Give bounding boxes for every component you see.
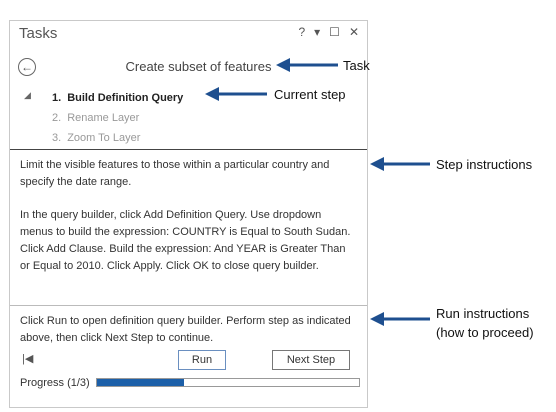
progress-label: Progress (1/3) xyxy=(20,377,90,389)
divider xyxy=(10,149,367,150)
callout-run-instructions: Run instructions (how to proceed) xyxy=(436,304,534,342)
callout-current-step: Current step xyxy=(274,87,346,102)
step-number: 3. xyxy=(52,132,62,144)
callout-run-line1: Run instructions xyxy=(436,306,530,321)
step-number: 2. xyxy=(52,112,62,124)
chevron-down-icon[interactable]: ▾ xyxy=(314,25,320,39)
run-instructions-arrow xyxy=(370,312,430,326)
instruction-paragraph: Limit the visible features to those with… xyxy=(20,159,330,188)
run-button[interactable]: Run xyxy=(178,350,226,370)
step-instructions-arrow xyxy=(370,157,430,171)
back-arrow-icon[interactable]: ← xyxy=(18,58,36,76)
help-icon[interactable]: ? xyxy=(298,25,305,39)
tasks-pane: Tasks ? ▾ ☐ ✕ ← Create subset of feature… xyxy=(9,20,368,408)
step-item[interactable]: 2. Rename Layer xyxy=(52,108,183,128)
step-label: Rename Layer xyxy=(67,112,140,124)
first-step-icon[interactable]: |◀ xyxy=(22,352,33,365)
step-item-current[interactable]: 1. Build Definition Query xyxy=(52,88,183,108)
run-instructions: Click Run to open definition query build… xyxy=(20,315,351,344)
step-item[interactable]: 3. Zoom To Layer xyxy=(52,128,183,148)
step-label: Build Definition Query xyxy=(67,92,184,104)
window-controls: ? ▾ ☐ ✕ xyxy=(298,25,359,39)
instruction-paragraph: In the query builder, click Add Definiti… xyxy=(20,209,351,272)
step-number: 1. xyxy=(52,92,62,104)
callout-task: Task xyxy=(343,58,370,73)
current-step-arrow xyxy=(205,87,267,101)
close-icon[interactable]: ✕ xyxy=(349,25,359,39)
progress-fill xyxy=(97,379,185,386)
maximize-icon[interactable]: ☐ xyxy=(329,25,340,39)
progress-bar xyxy=(96,378,360,387)
step-list: 1. Build Definition Query 2. Rename Laye… xyxy=(52,88,183,148)
divider xyxy=(10,305,367,306)
callout-step-instructions: Step instructions xyxy=(436,157,533,172)
pane-title: Tasks xyxy=(19,25,58,42)
task-arrow xyxy=(276,58,338,72)
step-label: Zoom To Layer xyxy=(67,132,141,144)
next-step-button[interactable]: Next Step xyxy=(272,350,350,370)
callout-run-line2: (how to proceed) xyxy=(436,325,534,340)
step-instructions: Limit the visible features to those with… xyxy=(20,157,357,291)
collapse-triangle-icon[interactable]: ◢ xyxy=(24,90,31,101)
